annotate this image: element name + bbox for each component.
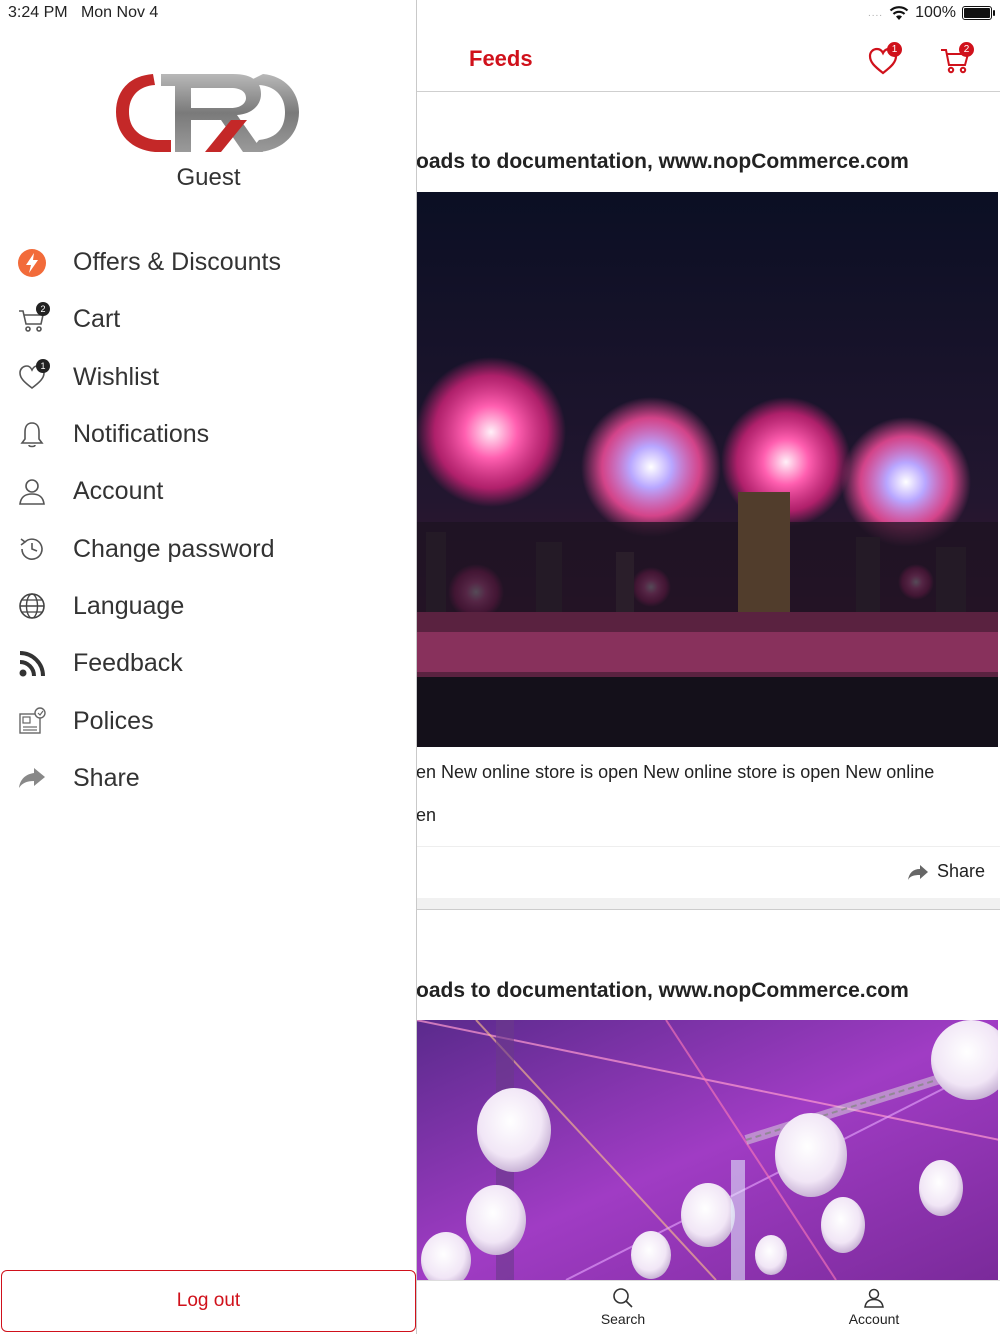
share-icon bbox=[16, 762, 48, 794]
brand-logo bbox=[113, 70, 301, 156]
bell-icon bbox=[16, 419, 48, 451]
tab-account-label: Account bbox=[848, 1311, 900, 1327]
battery-percent: 100% bbox=[915, 4, 956, 21]
wifi-icon bbox=[889, 6, 909, 20]
top-bar: Feeds 1 2 bbox=[416, 28, 1000, 92]
heart-icon: 1 bbox=[16, 359, 50, 393]
tab-account[interactable]: Account bbox=[829, 1287, 919, 1327]
menu-item-account[interactable]: Account bbox=[0, 463, 417, 520]
menu-item-share[interactable]: Share bbox=[0, 750, 417, 807]
menu-label-share: Share bbox=[73, 763, 140, 792]
menu-label-wishlist: Wishlist bbox=[73, 362, 160, 391]
feed-title[interactable]: oads to documentation, www.nopCommerce.c… bbox=[416, 979, 909, 1003]
menu-item-feedback[interactable]: Feedback bbox=[0, 635, 417, 692]
menu-label-notifications: Notifications bbox=[73, 420, 210, 449]
menu-label-language: Language bbox=[73, 591, 185, 620]
tab-search[interactable]: Search bbox=[578, 1287, 668, 1327]
feed-description: en New online store is open New online s… bbox=[416, 762, 935, 782]
menu-item-change-password[interactable]: Change password bbox=[0, 520, 417, 577]
logout-button[interactable]: Log out bbox=[1, 1270, 416, 1332]
battery-icon bbox=[962, 6, 995, 20]
history-icon bbox=[16, 533, 48, 565]
menu-item-notifications[interactable]: Notifications bbox=[0, 406, 417, 463]
menu-label-polices: Polices bbox=[73, 706, 154, 735]
share-icon bbox=[907, 864, 928, 880]
rss-icon bbox=[16, 648, 48, 680]
menu-item-offers[interactable]: Offers & Discounts bbox=[0, 234, 417, 291]
policy-icon bbox=[16, 705, 48, 737]
feeds-screen: Feeds 1 2 oads to documentation, www.nop… bbox=[416, 0, 1000, 1334]
globe-icon bbox=[16, 590, 48, 622]
feed-image[interactable] bbox=[416, 192, 998, 747]
signal-icon: .... bbox=[867, 7, 884, 19]
logo-icon bbox=[116, 74, 299, 152]
status-bar: 3:24 PM Mon Nov 4 .... 100% bbox=[0, 0, 1000, 28]
menu-item-language[interactable]: Language bbox=[0, 578, 417, 635]
menu-item-wishlist[interactable]: 1 Wishlist bbox=[0, 349, 417, 406]
search-icon bbox=[613, 1288, 633, 1308]
side-drawer: Guest Offers & Discounts 2 Cart 1 Wishli… bbox=[0, 0, 417, 1334]
user-icon bbox=[864, 1288, 884, 1308]
cart-badge: 2 bbox=[959, 42, 974, 57]
user-name: Guest bbox=[176, 164, 241, 191]
wishlist-button[interactable]: 1 bbox=[866, 42, 902, 78]
feed-title[interactable]: oads to documentation, www.nopCommerce.c… bbox=[416, 150, 909, 174]
menu-label-change-password: Change password bbox=[73, 534, 275, 563]
menu-item-polices[interactable]: Polices bbox=[0, 692, 417, 749]
cart-button[interactable]: 2 bbox=[938, 42, 974, 78]
status-clock: 3:24 PM bbox=[8, 4, 68, 21]
menu-label-offers: Offers & Discounts bbox=[73, 248, 281, 277]
status-time: 3:24 PM Mon Nov 4 bbox=[8, 4, 158, 22]
menu-item-cart[interactable]: 2 Cart bbox=[0, 291, 417, 348]
offers-icon bbox=[16, 247, 48, 279]
fireworks-image bbox=[416, 192, 998, 747]
battery-fill bbox=[964, 8, 990, 18]
wishlist-badge: 1 bbox=[887, 42, 902, 57]
feed-actions: Share bbox=[416, 846, 1000, 898]
drawer-menu: Offers & Discounts 2 Cart 1 Wishlist Not… bbox=[0, 234, 417, 807]
tab-search-label: Search bbox=[600, 1311, 646, 1327]
status-indicators: .... 100% bbox=[867, 4, 995, 22]
feed-description-continued: en bbox=[416, 805, 437, 825]
menu-label-account: Account bbox=[73, 477, 164, 506]
feed-share-button[interactable]: Share bbox=[907, 861, 985, 882]
menu-label-feedback: Feedback bbox=[73, 649, 183, 678]
feed-share-label: Share bbox=[936, 861, 985, 881]
status-date: Mon Nov 4 bbox=[80, 4, 159, 21]
cart-icon: 2 bbox=[16, 301, 50, 336]
wishlist-menu-badge: 1 bbox=[36, 359, 50, 374]
menu-label-cart: Cart bbox=[73, 305, 121, 334]
lanterns-image bbox=[416, 1020, 998, 1280]
user-icon bbox=[16, 476, 48, 508]
bottom-nav: Search Account bbox=[416, 1280, 1000, 1334]
feed-image[interactable] bbox=[416, 1020, 998, 1280]
cart-menu-badge: 2 bbox=[36, 301, 50, 316]
page-title: Feeds bbox=[469, 46, 533, 71]
feed-divider bbox=[416, 898, 1000, 910]
